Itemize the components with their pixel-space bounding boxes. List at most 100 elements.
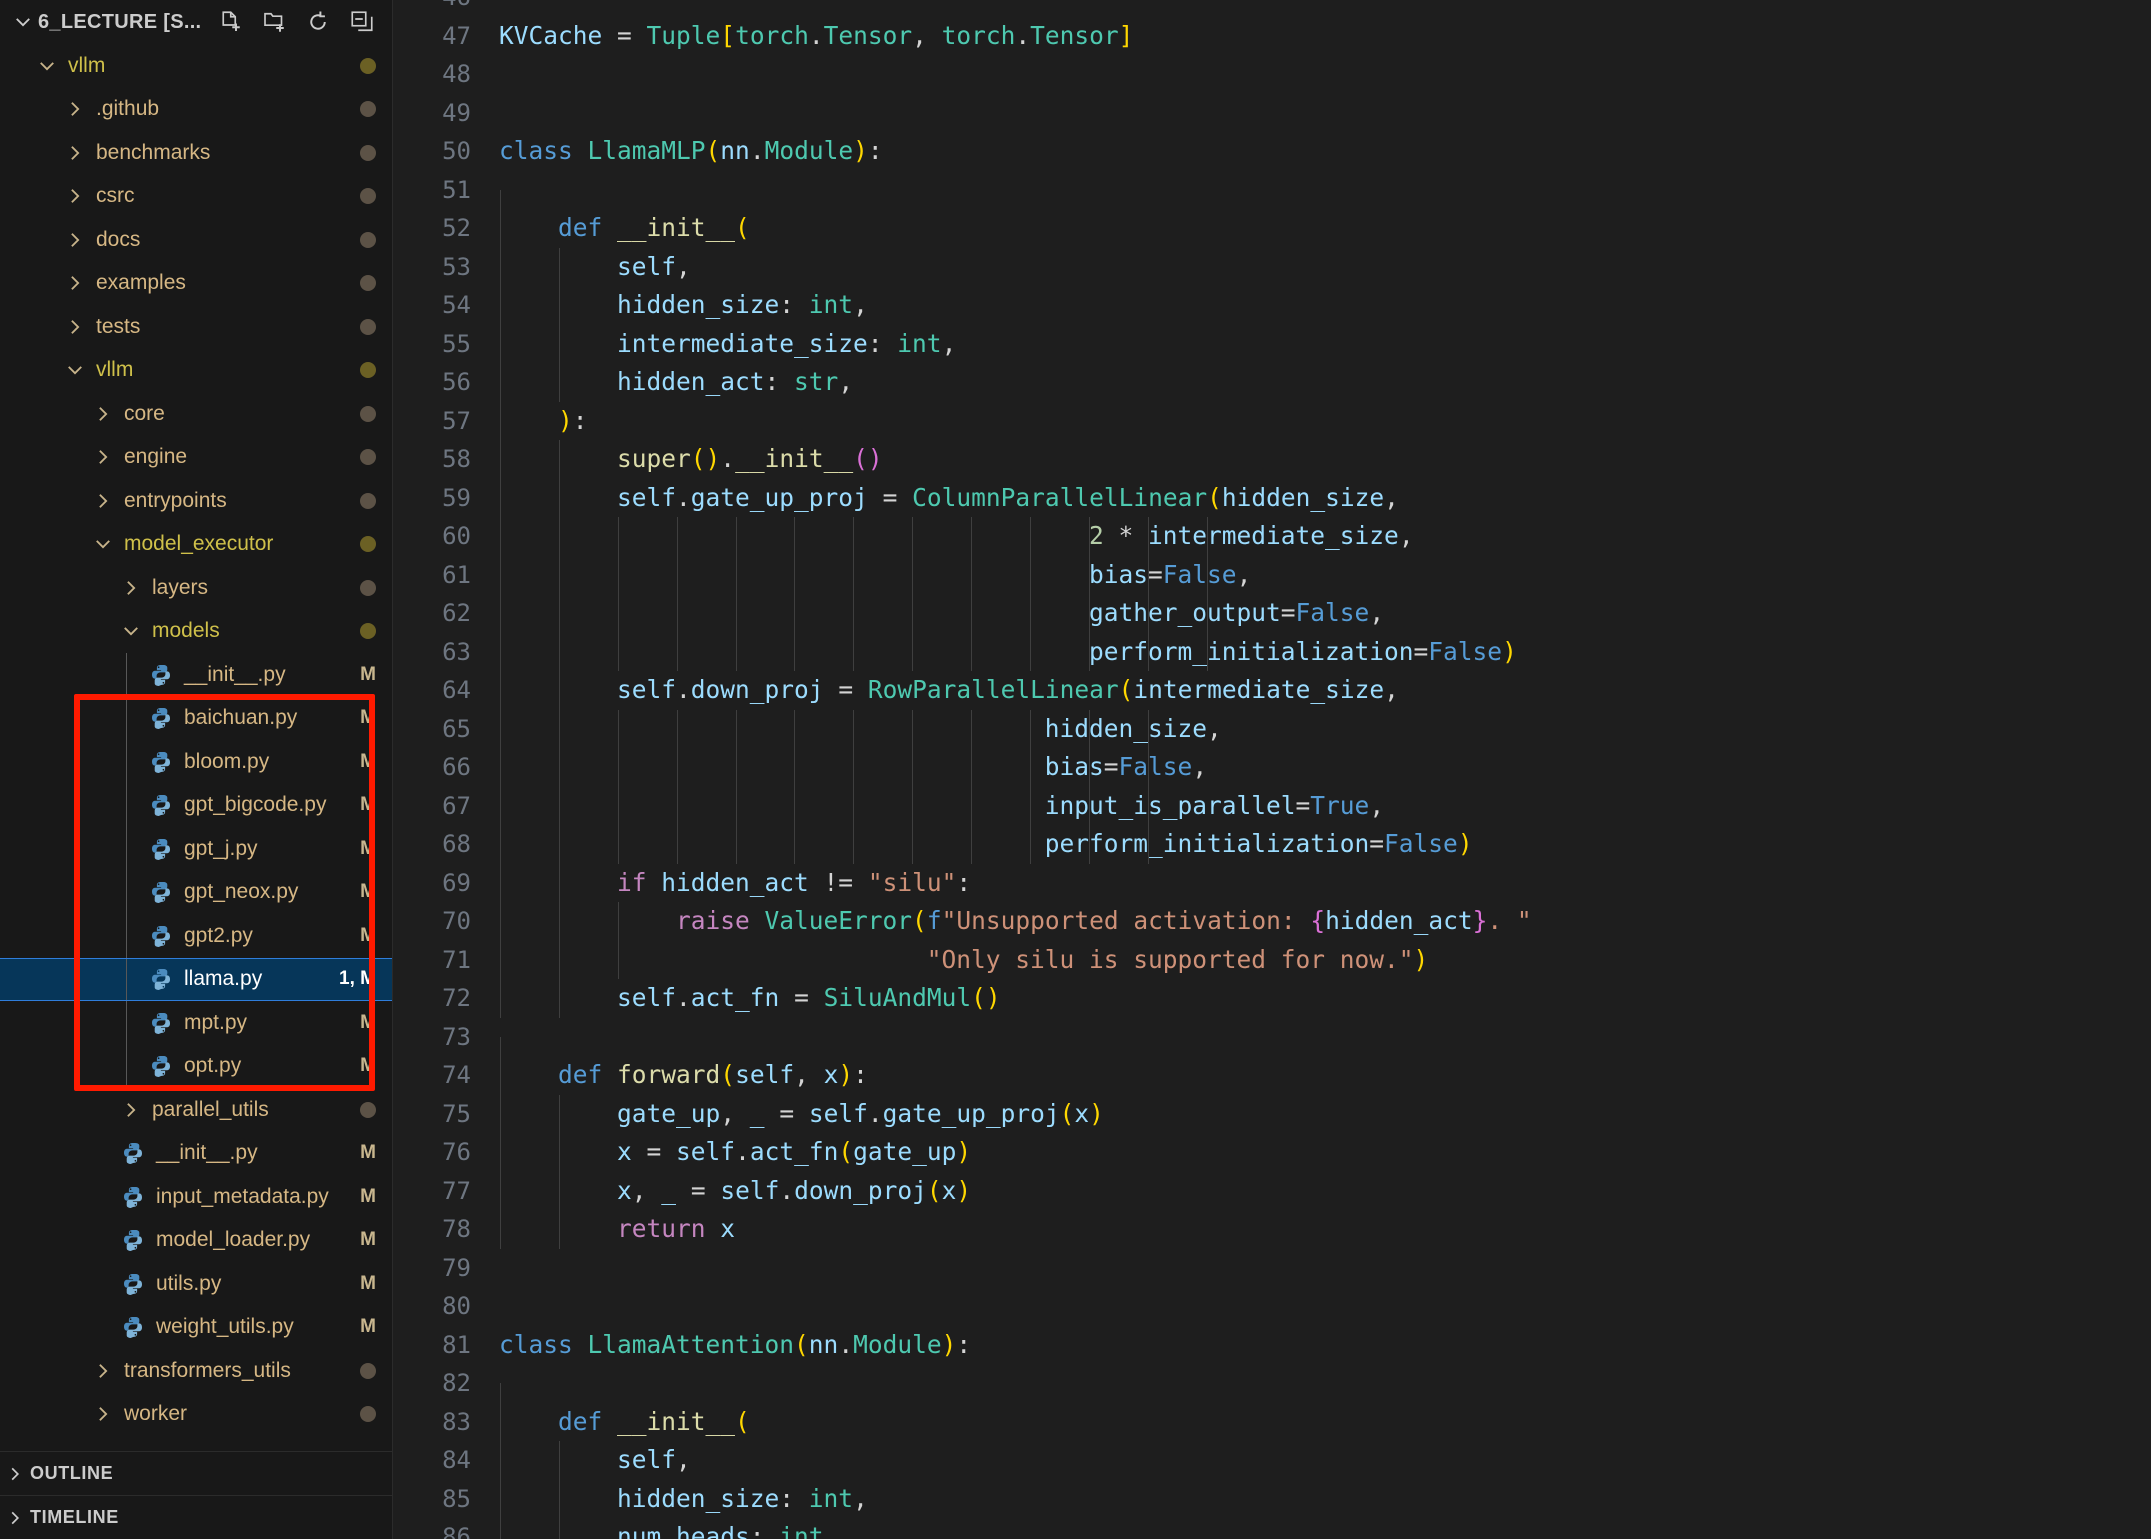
code-line[interactable]: 74 def forward(self, x): <box>393 1056 2151 1095</box>
file-tree[interactable]: vllm .github benchmarks csrc docs examples tes… <box>0 44 392 1451</box>
tree-folder-entrypoints[interactable]: entrypoints <box>0 479 392 523</box>
code-line[interactable]: 86 num_heads: int, <box>393 1518 2151 1539</box>
code-line[interactable]: 49 <box>393 94 2151 133</box>
code-line[interactable]: 68 perform_initialization=False) <box>393 825 2151 864</box>
tree-file-llama-py[interactable]: llama.py 1, M <box>0 957 392 1001</box>
tree-folder-tests[interactable]: tests <box>0 305 392 349</box>
code-line[interactable]: 58 super().__init__() <box>393 440 2151 479</box>
tree-folder-models[interactable]: models <box>0 610 392 654</box>
chevron-right-icon[interactable] <box>90 1358 116 1384</box>
code-line[interactable]: 69 if hidden_act != "silu": <box>393 863 2151 902</box>
tree-file-model-loader-py[interactable]: model_loader.py M <box>0 1219 392 1263</box>
tree-folder-parallel-utils[interactable]: parallel_utils <box>0 1088 392 1132</box>
chevron-right-icon[interactable] <box>62 227 88 253</box>
chevron-right-icon[interactable] <box>62 270 88 296</box>
tree-folder-vllm[interactable]: vllm <box>0 44 392 88</box>
code-line[interactable]: 54 hidden_size: int, <box>393 286 2151 325</box>
chevron-right-icon[interactable] <box>90 401 116 427</box>
chevron-right-icon[interactable] <box>90 1401 116 1427</box>
code-line[interactable]: 50 class LlamaMLP(nn.Module): <box>393 132 2151 171</box>
code-line[interactable]: 76 x = self.act_fn(gate_up) <box>393 1133 2151 1172</box>
code-line[interactable]: 46 <box>393 0 2151 17</box>
chevron-right-icon[interactable] <box>118 575 144 601</box>
code-line[interactable]: 84 self, <box>393 1441 2151 1480</box>
tree-file-utils-py[interactable]: utils.py M <box>0 1262 392 1306</box>
tree-folder-docs[interactable]: docs <box>0 218 392 262</box>
chevron-right-icon[interactable] <box>118 1097 144 1123</box>
tree-folder-model-executor[interactable]: model_executor <box>0 523 392 567</box>
tree-folder-vllm[interactable]: vllm <box>0 349 392 393</box>
code-line[interactable]: 80 <box>393 1287 2151 1326</box>
code-line[interactable]: 56 hidden_act: str, <box>393 363 2151 402</box>
code-line[interactable]: 53 self, <box>393 247 2151 286</box>
tree-file-init-py[interactable]: __init__.py M <box>0 653 392 697</box>
code-line[interactable]: 70 raise ValueError(f"Unsupported activa… <box>393 902 2151 941</box>
tree-file-weight-utils-py[interactable]: weight_utils.py M <box>0 1306 392 1350</box>
code-line[interactable]: 82 <box>393 1364 2151 1422</box>
code-line[interactable]: 64 self.down_proj = RowParallelLinear(in… <box>393 671 2151 710</box>
chevron-down-icon[interactable] <box>8 7 38 37</box>
code-line[interactable]: 85 hidden_size: int, <box>393 1479 2151 1518</box>
tree-folder-transformers-utils[interactable]: transformers_utils <box>0 1349 392 1393</box>
code-line[interactable]: 73 <box>393 1018 2151 1076</box>
timeline-panel[interactable]: TIMELINE <box>0 1495 392 1539</box>
code-line[interactable]: 60 2 * intermediate_size, <box>393 517 2151 556</box>
code-editor[interactable]: 4647KVCache = Tuple[torch.Tensor, torch.… <box>393 0 2151 1539</box>
code-line[interactable]: 75 gate_up, _ = self.gate_up_proj(x) <box>393 1094 2151 1133</box>
tree-folder-csrc[interactable]: csrc <box>0 175 392 219</box>
new-folder-icon[interactable] <box>259 7 289 37</box>
code-line[interactable]: 57 ): <box>393 401 2151 440</box>
tree-folder-layers[interactable]: layers <box>0 566 392 610</box>
tree-folder-engine[interactable]: engine <box>0 436 392 480</box>
tree-folder-worker[interactable]: worker <box>0 1393 392 1437</box>
code-line[interactable]: 79 <box>393 1249 2151 1288</box>
tree-file-gpt2-py[interactable]: gpt2.py M <box>0 914 392 958</box>
tree-file-init-py[interactable]: __init__.py M <box>0 1132 392 1176</box>
chevron-right-icon[interactable] <box>62 314 88 340</box>
chevron-down-icon[interactable] <box>118 618 144 644</box>
chevron-right-icon[interactable] <box>62 183 88 209</box>
tree-file-opt-py[interactable]: opt.py M <box>0 1044 392 1088</box>
tree-folder-core[interactable]: core <box>0 392 392 436</box>
code-line[interactable]: 72 self.act_fn = SiluAndMul() <box>393 979 2151 1018</box>
code-line[interactable]: 52 def __init__( <box>393 209 2151 248</box>
code-line[interactable]: 77 x, _ = self.down_proj(x) <box>393 1171 2151 1210</box>
chevron-down-icon[interactable] <box>34 53 60 79</box>
new-file-icon[interactable] <box>215 7 245 37</box>
code-line[interactable]: 81 class LlamaAttention(nn.Module): <box>393 1326 2151 1365</box>
tree-file-input-metadata-py[interactable]: input_metadata.py M <box>0 1175 392 1219</box>
chevron-down-icon[interactable] <box>90 531 116 557</box>
code-line[interactable]: 47 KVCache = Tuple[torch.Tensor, torch.Te… <box>393 17 2151 56</box>
chevron-right-icon[interactable] <box>90 488 116 514</box>
code-line[interactable]: 71 "Only silu is supported for now.") <box>393 940 2151 979</box>
code-line[interactable]: 62 gather_output=False, <box>393 594 2151 633</box>
tree-file-gpt-bigcode-py[interactable]: gpt_bigcode.py M <box>0 783 392 827</box>
tree-file-gpt-j-py[interactable]: gpt_j.py M <box>0 827 392 871</box>
code-line[interactable]: 63 perform_initialization=False) <box>393 632 2151 671</box>
code-line[interactable]: 65 hidden_size, <box>393 709 2151 748</box>
code-line[interactable]: 55 intermediate_size: int, <box>393 324 2151 363</box>
code-content[interactable]: 4647KVCache = Tuple[torch.Tensor, torch.… <box>393 0 2151 1539</box>
tree-file-mpt-py[interactable]: mpt.py M <box>0 1001 392 1045</box>
tree-folder-github[interactable]: .github <box>0 88 392 132</box>
chevron-right-icon[interactable] <box>90 444 116 470</box>
code-line[interactable]: 67 input_is_parallel=True, <box>393 786 2151 825</box>
chevron-right-icon[interactable] <box>62 96 88 122</box>
refresh-icon[interactable] <box>303 7 333 37</box>
collapse-all-icon[interactable] <box>347 7 377 37</box>
tree-file-bloom-py[interactable]: bloom.py M <box>0 740 392 784</box>
chevron-down-icon[interactable] <box>62 357 88 383</box>
code-line[interactable]: 61 bias=False, <box>393 555 2151 594</box>
tree-folder-benchmarks[interactable]: benchmarks <box>0 131 392 175</box>
code-line[interactable]: 83 def __init__( <box>393 1402 2151 1441</box>
code-line[interactable]: 59 self.gate_up_proj = ColumnParallelLin… <box>393 478 2151 517</box>
chevron-right-icon[interactable] <box>62 140 88 166</box>
code-line[interactable]: 66 bias=False, <box>393 748 2151 787</box>
tree-file-baichuan-py[interactable]: baichuan.py M <box>0 696 392 740</box>
outline-panel[interactable]: OUTLINE <box>0 1451 392 1495</box>
code-line[interactable]: 48 <box>393 55 2151 94</box>
tree-folder-examples[interactable]: examples <box>0 262 392 306</box>
code-line[interactable]: 51 <box>393 171 2151 229</box>
code-line[interactable]: 78 return x <box>393 1210 2151 1249</box>
tree-file-gpt-neox-py[interactable]: gpt_neox.py M <box>0 870 392 914</box>
